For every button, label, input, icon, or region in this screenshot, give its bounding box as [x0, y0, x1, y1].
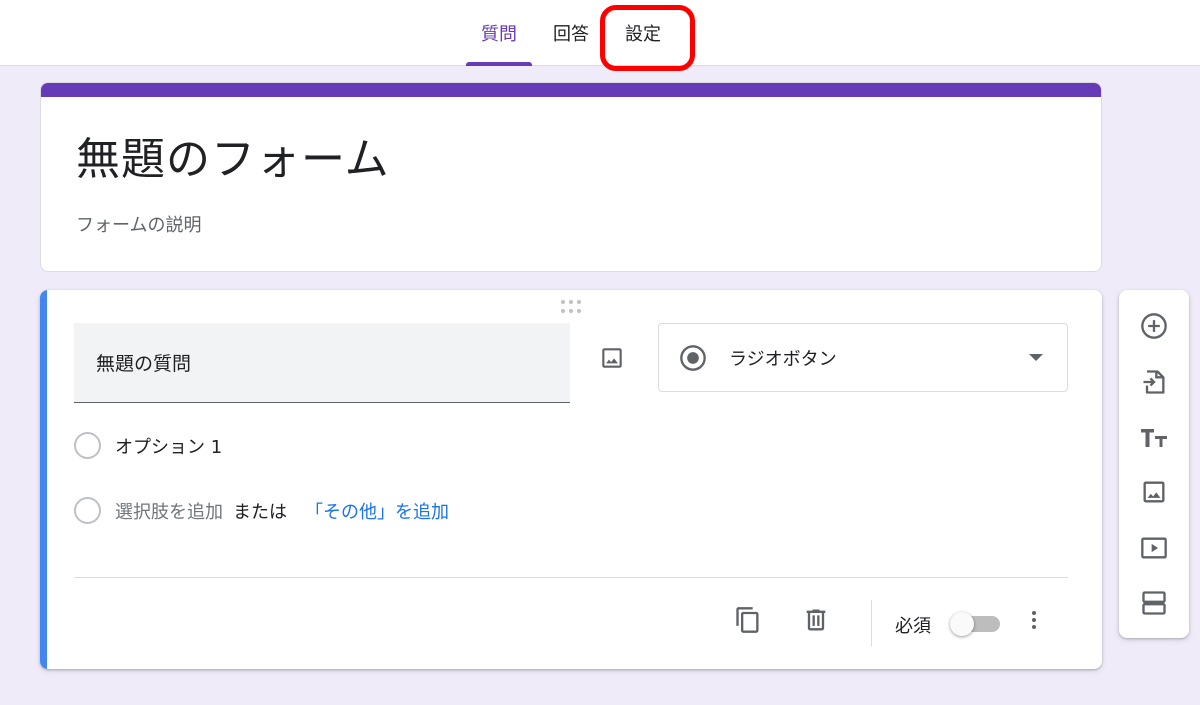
- footer-separator: [871, 600, 872, 646]
- active-card-indicator: [40, 290, 47, 669]
- image-icon: [602, 348, 622, 368]
- tab-settings-label: 設定: [625, 24, 661, 45]
- add-title-button[interactable]: [1136, 420, 1172, 456]
- duplicate-button[interactable]: [730, 602, 766, 638]
- question-type-label: ラジオボタン: [729, 348, 837, 370]
- add-image-to-question-button[interactable]: [594, 340, 630, 376]
- import-questions-button[interactable]: [1136, 364, 1172, 400]
- add-video-icon: [1141, 537, 1167, 559]
- tab-responses[interactable]: 回答: [540, 0, 602, 66]
- tab-settings[interactable]: 設定: [612, 0, 674, 66]
- form-title-card: 無題のフォーム フォームの説明: [40, 82, 1102, 272]
- add-option-button[interactable]: 選択肢を追加: [115, 498, 223, 524]
- add-section-icon: [1142, 591, 1166, 615]
- radio-button-checked-icon: [680, 344, 706, 371]
- toggle-knob: [950, 612, 974, 636]
- add-title-icon: [1141, 429, 1167, 447]
- more-vert-icon: [1032, 611, 1036, 629]
- tab-questions-label: 質問: [481, 24, 517, 45]
- option-row[interactable]: オプション 1: [74, 432, 222, 459]
- radio-circle-icon: [74, 432, 101, 459]
- question-title-field[interactable]: 無題の質問: [74, 323, 570, 403]
- add-video-button[interactable]: [1136, 530, 1172, 566]
- add-image-button[interactable]: [1136, 474, 1172, 510]
- required-label: 必須: [895, 616, 931, 637]
- floating-toolbar: [1119, 290, 1189, 638]
- add-other-button[interactable]: 「その他」を追加: [305, 498, 449, 524]
- chevron-down-icon: [1029, 354, 1043, 361]
- question-card: 無題の質問 ラジオボタン オプション 1 選択肢を追加 または 「その他」を追加: [40, 290, 1102, 669]
- add-option-row: 選択肢を追加 または 「その他」を追加: [74, 497, 449, 524]
- active-tab-indicator: [466, 62, 532, 66]
- add-image-icon: [1143, 481, 1165, 503]
- or-text: または: [233, 501, 287, 523]
- form-description-field[interactable]: フォームの説明: [76, 211, 201, 237]
- question-type-dropdown[interactable]: ラジオボタン: [658, 323, 1068, 392]
- tab-bar: 質問 回答 設定: [0, 0, 1200, 66]
- option-label[interactable]: オプション 1: [115, 433, 222, 459]
- add-section-button[interactable]: [1136, 585, 1172, 621]
- tab-questions[interactable]: 質問: [466, 0, 532, 66]
- theme-color-strip: [41, 83, 1101, 97]
- form-title[interactable]: 無題のフォーム: [76, 123, 390, 187]
- import-questions-icon: [1143, 370, 1165, 394]
- add-question-icon: [1141, 313, 1167, 339]
- add-question-button[interactable]: [1136, 308, 1172, 344]
- radio-circle-icon: [74, 497, 101, 524]
- tab-responses-label: 回答: [553, 24, 589, 45]
- question-title-text: 無題の質問: [96, 353, 192, 375]
- required-toggle[interactable]: [950, 612, 1002, 636]
- delete-button[interactable]: [798, 602, 834, 638]
- drag-handle-icon[interactable]: [561, 300, 583, 314]
- delete-icon: [806, 609, 826, 631]
- duplicate-icon: [736, 607, 759, 633]
- footer-divider: [74, 577, 1068, 578]
- more-options-button[interactable]: [1016, 602, 1052, 638]
